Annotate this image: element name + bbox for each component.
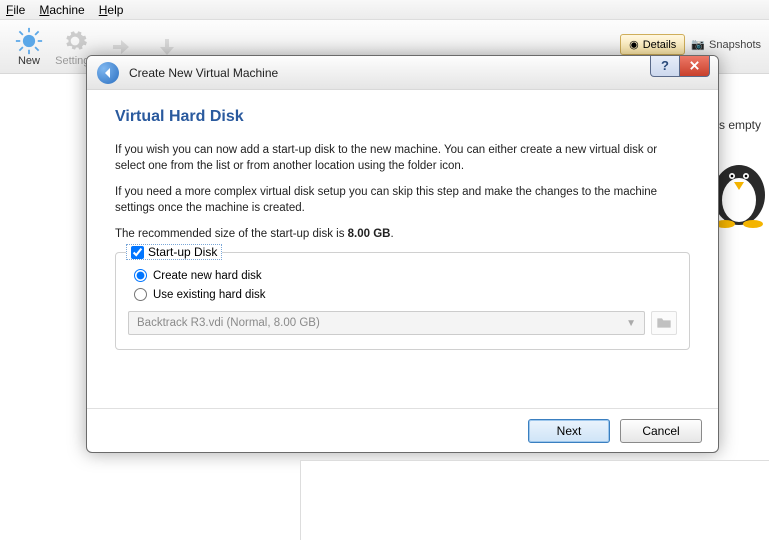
dialog-footer: Next Cancel xyxy=(87,408,718,452)
chevron-down-icon: ▼ xyxy=(626,318,636,329)
dialog-title: Create New Virtual Machine xyxy=(129,66,278,80)
lower-panel xyxy=(300,460,769,540)
cancel-button[interactable]: Cancel xyxy=(620,419,702,443)
new-button[interactable]: New xyxy=(6,27,52,67)
create-vm-dialog: ? Create New Virtual Machine Virtual Har… xyxy=(86,55,719,453)
folder-icon xyxy=(656,316,672,330)
menu-help[interactable]: Help xyxy=(99,3,124,17)
details-button[interactable]: ◉ Details xyxy=(620,34,685,55)
close-icon xyxy=(689,60,700,71)
menu-machine[interactable]: Machine xyxy=(39,3,84,17)
dialog-paragraph-2: If you need a more complex virtual disk … xyxy=(115,184,690,216)
close-button[interactable] xyxy=(680,55,710,77)
dialog-header: Create New Virtual Machine xyxy=(87,56,718,90)
startup-disk-checkbox[interactable] xyxy=(131,246,144,259)
radio-existing-label: Use existing hard disk xyxy=(153,289,266,301)
question-icon: ? xyxy=(661,58,669,73)
menu-file[interactable]: File xyxy=(6,3,25,17)
help-button[interactable]: ? xyxy=(650,55,680,77)
para3-size: 8.00 GB xyxy=(348,228,391,240)
dialog-heading: Virtual Hard Disk xyxy=(115,108,690,126)
startup-disk-legend-text: Start-up Disk xyxy=(148,245,217,259)
startup-disk-group: Start-up Disk Create new hard disk Use e… xyxy=(115,252,690,350)
menu-bar: File Machine Help xyxy=(0,0,769,20)
snapshots-label: Snapshots xyxy=(709,39,761,51)
existing-disk-select: Backtrack R3.vdi (Normal, 8.00 GB) ▼ xyxy=(128,311,645,335)
radio-existing-row[interactable]: Use existing hard disk xyxy=(134,288,677,301)
dialog-body: Virtual Hard Disk If you wish you can no… xyxy=(87,90,718,360)
para3-prefix: The recommended size of the start-up dis… xyxy=(115,228,348,240)
startup-disk-checkbox-label[interactable]: Start-up Disk xyxy=(126,244,222,260)
para3-suffix: . xyxy=(390,228,393,240)
camera-icon: 📷 xyxy=(691,38,705,51)
radio-create-new[interactable] xyxy=(134,269,147,282)
next-button[interactable]: Next xyxy=(528,419,610,443)
radio-use-existing[interactable] xyxy=(134,288,147,301)
toolbar-label: New xyxy=(18,55,40,67)
gear-icon xyxy=(61,27,89,55)
details-label: Details xyxy=(643,39,677,51)
back-button[interactable] xyxy=(97,62,119,84)
radio-create-label: Create new hard disk xyxy=(153,270,262,282)
snapshots-button[interactable]: 📷 Snapshots xyxy=(691,38,761,51)
sun-icon xyxy=(15,27,43,55)
disk-select-value: Backtrack R3.vdi (Normal, 8.00 GB) xyxy=(137,317,320,329)
radio-create-row[interactable]: Create new hard disk xyxy=(134,269,677,282)
details-icon: ◉ xyxy=(629,38,639,51)
browse-folder-button xyxy=(651,311,677,335)
dialog-paragraph-1: If you wish you can now add a start-up d… xyxy=(115,142,690,174)
dialog-paragraph-3: The recommended size of the start-up dis… xyxy=(115,226,690,242)
arrow-left-icon xyxy=(102,67,114,79)
